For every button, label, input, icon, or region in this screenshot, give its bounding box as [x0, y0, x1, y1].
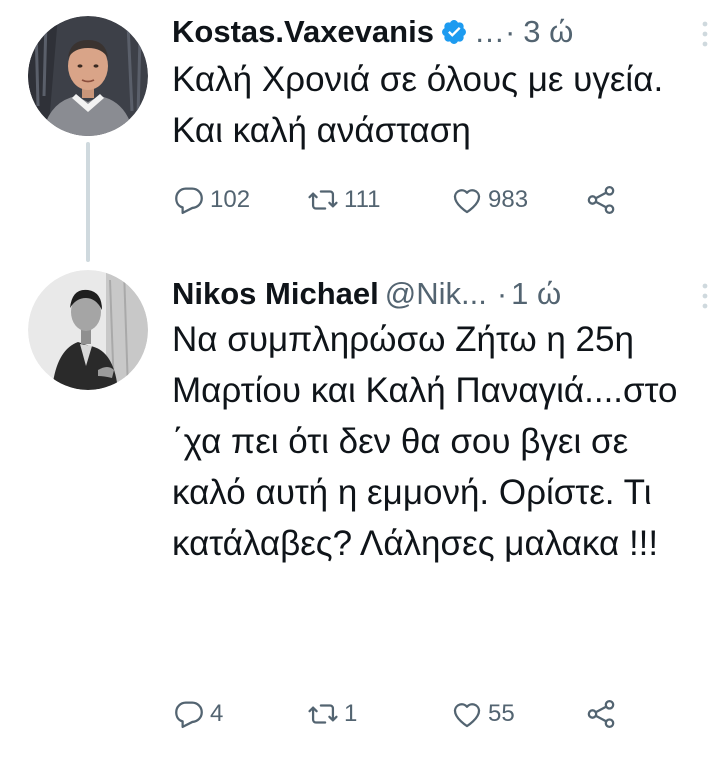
retweet-count: 111: [344, 186, 381, 213]
retweet-icon: [308, 704, 338, 724]
share-button[interactable]: [584, 694, 618, 734]
share-icon: [587, 185, 615, 215]
reply-icon: [175, 701, 203, 729]
reply-count: 102: [210, 186, 251, 213]
tweet[interactable]: Nikos Michael @Nik... · 1 ώ Να συμπληρώσ…: [0, 262, 720, 760]
display-name[interactable]: Kostas.Vaxevanis: [172, 14, 434, 50]
handle[interactable]: …·: [474, 14, 515, 50]
verified-badge-icon: [441, 20, 466, 44]
timestamp[interactable]: 1 ώ: [511, 276, 561, 312]
share-button[interactable]: [584, 180, 618, 220]
reply-count: 4: [210, 700, 224, 727]
retweet-icon: [308, 190, 338, 210]
tweet-text: Καλή Χρονιά σε όλους με υγεία. Και καλή …: [172, 60, 664, 150]
thread-line: [86, 142, 90, 262]
timestamp[interactable]: 3 ώ: [523, 14, 573, 50]
tweet[interactable]: Kostas.Vaxevanis …· 3 ώ Καλή Χρονιά σε ό…: [0, 0, 720, 262]
tweet-actions: 4 1 55: [172, 694, 632, 734]
more-icon[interactable]: [700, 281, 710, 311]
tweet-header: Kostas.Vaxevanis …· 3 ώ: [172, 8, 708, 56]
separator-dot: ·: [496, 276, 508, 311]
like-button[interactable]: 983: [450, 180, 528, 220]
retweet-button[interactable]: 111: [306, 180, 380, 220]
tweet-header: Nikos Michael @Nik... · 1 ώ: [172, 270, 708, 318]
like-button[interactable]: 55: [450, 694, 515, 734]
avatar[interactable]: [28, 16, 148, 136]
tweet-text: Να συμπληρώσω Ζήτω η 25η Μαρτίου και Καλ…: [172, 320, 678, 563]
tweet-actions: 102 111 983: [172, 180, 632, 220]
reply-icon: [175, 187, 203, 215]
reply-button[interactable]: 4: [172, 694, 223, 734]
reply-button[interactable]: 102: [172, 180, 250, 220]
handle[interactable]: @Nik...: [385, 276, 487, 312]
retweet-count: 1: [344, 700, 358, 727]
like-icon: [453, 703, 481, 728]
display-name[interactable]: Nikos Michael: [172, 276, 379, 312]
like-count: 983: [488, 186, 529, 213]
more-icon[interactable]: [700, 19, 710, 49]
share-icon: [587, 699, 615, 729]
retweet-button[interactable]: 1: [306, 694, 357, 734]
like-icon: [453, 189, 481, 214]
avatar[interactable]: [28, 270, 148, 390]
like-count: 55: [488, 700, 515, 727]
